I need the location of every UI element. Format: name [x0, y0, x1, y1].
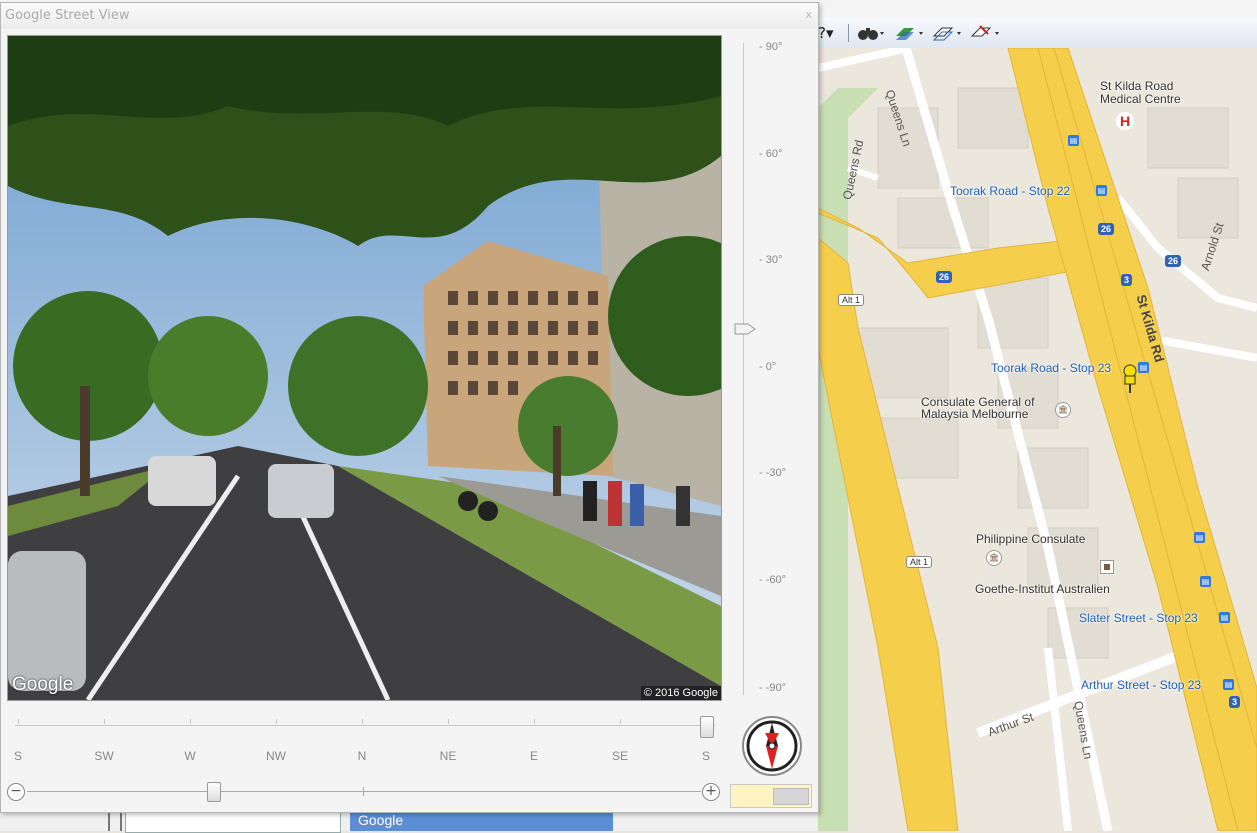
pitch-label-minus-90: - -90° [759, 682, 787, 694]
tram-stop-icon[interactable]: ▤ [1200, 576, 1211, 587]
goethe-institut-label: Goethe-Institut Australien [975, 582, 1110, 596]
window-size-toggle[interactable] [730, 784, 812, 808]
toorak-stop-22-label: Toorak Road - Stop 22 [950, 184, 1071, 198]
heading-label-s-end: S [701, 749, 711, 763]
compass-icon[interactable] [741, 715, 803, 777]
alt1-shield: Alt 1 [838, 294, 865, 306]
heading-label-se: SE [611, 749, 629, 763]
slater-stop-label: Slater Street - Stop 23 [1079, 611, 1198, 625]
heading-tick [620, 719, 621, 724]
tram-stop-icon[interactable]: ▤ [1223, 679, 1234, 690]
layer-remove-icon [970, 25, 999, 37]
panorama-image [8, 36, 721, 700]
heading-tick [362, 719, 363, 724]
heading-slider-handle[interactable] [700, 716, 714, 738]
layer-icon [896, 28, 923, 40]
map-view[interactable]: St Kilda Road Medical Centre H Consulate… [818, 48, 1257, 831]
splitter-handle[interactable] [108, 812, 122, 831]
route-3-shield: 3 [1229, 696, 1241, 708]
tram-stop-icon[interactable]: ▤ [1219, 612, 1230, 623]
zoom-slider-handle[interactable] [207, 782, 221, 802]
heading-tick [104, 719, 105, 724]
tram-stop-icon[interactable]: ▤ [1194, 532, 1205, 543]
alt1-shield: Alt 1 [906, 556, 933, 568]
pitch-label-0: - 0° [759, 361, 777, 373]
heading-label-s: S [13, 749, 23, 763]
binoculars-icon [858, 28, 884, 40]
toolbar-separator [848, 24, 849, 42]
institute-icon-inner [1104, 564, 1110, 570]
map-canvas [818, 48, 1257, 831]
heading-tick [190, 719, 191, 724]
zoom-tick [363, 787, 364, 796]
route-26-shield: 26 [936, 271, 953, 283]
binoculars-tool-button[interactable] [856, 22, 884, 44]
route-3-shield: 3 [1121, 274, 1133, 286]
help-tool-button[interactable]: ?▾ [818, 22, 834, 44]
heading-label-sw: SW [94, 749, 114, 763]
zoom-in-button[interactable]: + [702, 783, 720, 801]
close-button[interactable]: x [805, 8, 812, 21]
heading-tick [276, 719, 277, 724]
heading-label-w: W [184, 749, 196, 763]
google-map-attribution: Google [350, 812, 613, 831]
layer-add-tool-button[interactable] [894, 22, 924, 44]
window-title: Google Street View [5, 8, 130, 23]
tram-stop-icon[interactable]: ▤ [1068, 135, 1079, 146]
tram-stop-icon[interactable]: ▤ [1096, 185, 1107, 196]
hospital-icon[interactable]: H [1116, 112, 1134, 130]
map-toolbar: ?▾ [812, 18, 1257, 49]
heading-label-n: N [357, 749, 367, 763]
pitch-label-60: - 60° [759, 148, 783, 160]
google-logo: Google [12, 674, 74, 695]
street-view-marker-icon[interactable] [1121, 364, 1139, 394]
heading-label-ne: NE [439, 749, 457, 763]
pitch-label-minus-30: - -30° [759, 467, 787, 479]
route-26-shield: 26 [1165, 255, 1182, 267]
app-input-box[interactable] [125, 812, 341, 833]
heading-label-nw: NW [266, 749, 286, 763]
pitch-label-minus-60: - -60° [759, 574, 787, 586]
pitch-slider-handle[interactable] [734, 323, 756, 335]
heading-tick [448, 719, 449, 724]
toorak-stop-23-label: Toorak Road - Stop 23 [991, 361, 1112, 375]
heading-tick [534, 719, 535, 724]
street-view-window[interactable]: Google Street View x Google © 2016 Googl… [0, 2, 819, 813]
philippine-consulate-label: Philippine Consulate [976, 532, 1086, 546]
consulate-icon[interactable]: 🏛 [1055, 402, 1071, 418]
zoom-out-button[interactable]: − [7, 783, 25, 801]
institute-icon[interactable] [1100, 560, 1114, 574]
malaysia-consulate-label: Consulate General of Malaysia Melbourne [921, 395, 1035, 421]
street-view-panorama[interactable]: Google © 2016 Google [7, 35, 722, 701]
layer-edit-tool-button[interactable] [932, 22, 962, 44]
route-26-shield: 26 [1098, 223, 1115, 235]
heading-label-e: E [529, 749, 539, 763]
heading-slider-track[interactable] [15, 725, 715, 726]
size-toggle-thumb[interactable] [773, 788, 809, 805]
arthur-stop-label: Arthur Street - Stop 23 [1081, 678, 1202, 692]
window-titlebar[interactable]: Google Street View x [1, 3, 818, 29]
layer-edit-icon [932, 27, 961, 41]
consulate-icon[interactable]: 🏛 [986, 550, 1002, 566]
hospital-label: St Kilda Road Medical Centre [1100, 79, 1181, 106]
layer-remove-tool-button[interactable] [970, 22, 1000, 44]
zoom-slider-track[interactable] [27, 791, 701, 792]
heading-tick [18, 719, 19, 724]
pitch-label-30: - 30° [759, 254, 783, 266]
copyright-notice: © 2016 Google [640, 686, 721, 700]
tram-stop-icon[interactable]: ▤ [1138, 362, 1149, 373]
pitch-scale-track[interactable] [743, 43, 744, 695]
pitch-label-90: - 90° [759, 41, 783, 53]
